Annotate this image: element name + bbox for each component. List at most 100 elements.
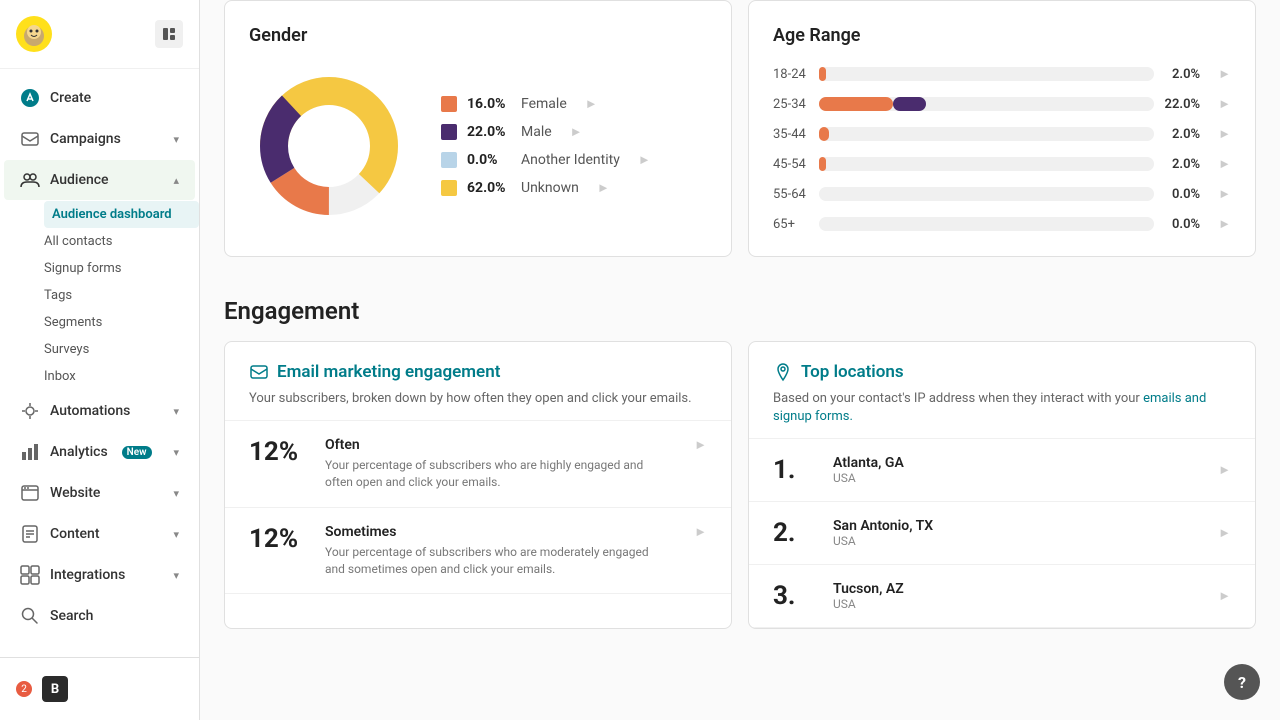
age-label: 55-64	[773, 187, 809, 202]
unknown-swatch	[441, 180, 457, 196]
sidebar-item-campaigns[interactable]: Campaigns ▾	[4, 119, 195, 159]
sidebar-item-campaigns-label: Campaigns	[50, 131, 121, 147]
age-percent: 0.0%	[1164, 217, 1200, 232]
male-send-icon[interactable]: ►	[570, 124, 583, 140]
location-send-icon[interactable]: ►	[1218, 525, 1231, 541]
age-send-icon[interactable]: ►	[1218, 156, 1231, 172]
age-send-icon[interactable]: ►	[1218, 126, 1231, 142]
integrations-icon	[20, 565, 40, 585]
location-country: USA	[833, 471, 1190, 485]
age-percent: 2.0%	[1164, 157, 1200, 172]
gender-content: 16.0% Female ► 22.0% Male ► 0.0%	[249, 66, 707, 226]
sidebar-item-search[interactable]: Search	[4, 596, 195, 636]
another-send-icon[interactable]: ►	[638, 152, 651, 168]
top-locations-link[interactable]: Top locations	[773, 362, 1231, 382]
sidebar-item-audience[interactable]: Audience ▴	[4, 160, 195, 200]
age-bar-track	[819, 187, 1154, 201]
unknown-percent: 62.0%	[467, 180, 511, 196]
age-bar-orange	[819, 97, 893, 111]
integrations-chevron: ▾	[173, 569, 179, 582]
email-engagement-link[interactable]: Email marketing engagement	[249, 362, 707, 382]
sidebar-item-analytics[interactable]: Analytics New ▾	[4, 432, 195, 472]
sidebar-item-audience-dashboard[interactable]: Audience dashboard	[44, 201, 199, 228]
age-label: 18-24	[773, 67, 809, 82]
location-pin-icon	[773, 362, 793, 382]
age-row: 18-24 2.0% ►	[773, 66, 1231, 82]
age-send-icon[interactable]: ►	[1218, 186, 1231, 202]
age-bar-track	[819, 157, 1154, 171]
age-label: 45-54	[773, 157, 809, 172]
campaigns-chevron: ▾	[173, 133, 179, 146]
age-label: 65+	[773, 217, 809, 232]
sometimes-send-icon[interactable]: ►	[694, 524, 707, 540]
sometimes-content: Sometimes Your percentage of subscribers…	[325, 524, 670, 578]
female-send-icon[interactable]: ►	[585, 96, 598, 112]
sidebar-bottom: 2 B	[0, 657, 199, 720]
legend-unknown: 62.0% Unknown ►	[441, 180, 651, 196]
engagement-grid: Email marketing engagement Your subscrib…	[224, 341, 1256, 629]
location-city: San Antonio, TX	[833, 518, 1190, 534]
sidebar-item-integrations[interactable]: Integrations ▾	[4, 555, 195, 595]
gender-card: Gender	[224, 0, 732, 257]
notification-badge: 2	[16, 681, 32, 697]
age-bar-track	[819, 97, 1154, 111]
male-swatch	[441, 124, 457, 140]
campaigns-icon	[20, 129, 40, 149]
user-avatar: B	[42, 676, 68, 702]
sidebar-item-tags[interactable]: Tags	[44, 282, 199, 309]
location-country: USA	[833, 597, 1190, 611]
age-send-icon[interactable]: ►	[1218, 216, 1231, 232]
help-button[interactable]: ?	[1224, 664, 1260, 700]
demographics-section: Gender	[224, 0, 1256, 257]
location-row: 2. San Antonio, TX USA ►	[749, 502, 1255, 565]
age-label: 35-44	[773, 127, 809, 142]
user-menu-item[interactable]: 2 B	[0, 666, 199, 712]
age-row: 25-34 22.0% ►	[773, 96, 1231, 112]
sidebar-item-content-label: Content	[50, 526, 100, 542]
email-engagement-card: Email marketing engagement Your subscrib…	[224, 341, 732, 629]
location-card-header: Top locations Based on your contact's IP…	[749, 342, 1255, 439]
age-send-icon[interactable]: ►	[1218, 96, 1231, 112]
sidebar-item-all-contacts[interactable]: All contacts	[44, 228, 199, 255]
location-row: 3. Tucson, AZ USA ►	[749, 565, 1255, 628]
layout-icon	[162, 27, 176, 41]
analytics-chevron: ▾	[173, 446, 179, 459]
top-locations-card: Top locations Based on your contact's IP…	[748, 341, 1256, 629]
sidebar-item-surveys[interactable]: Surveys	[44, 336, 199, 363]
legend-another: 0.0% Another Identity ►	[441, 152, 651, 168]
location-send-icon[interactable]: ►	[1218, 462, 1231, 478]
sidebar-toggle-button[interactable]	[155, 20, 183, 48]
website-icon	[20, 483, 40, 503]
locations-list: 1. Atlanta, GA USA ► 2. San Antonio, TX …	[749, 439, 1255, 628]
sidebar-logo-area	[0, 0, 199, 69]
unknown-send-icon[interactable]: ►	[597, 180, 610, 196]
location-info: San Antonio, TX USA	[833, 518, 1190, 548]
often-send-icon[interactable]: ►	[694, 437, 707, 453]
sidebar-item-automations-label: Automations	[50, 403, 130, 419]
female-percent: 16.0%	[467, 96, 511, 112]
engagement-row-sometimes: 12% Sometimes Your percentage of subscri…	[225, 508, 731, 595]
sidebar-item-content[interactable]: Content ▾	[4, 514, 195, 554]
often-percent: 12%	[249, 437, 309, 467]
location-card-desc: Based on your contact's IP address when …	[773, 390, 1231, 426]
another-label: Another Identity	[521, 152, 620, 168]
location-send-icon[interactable]: ►	[1218, 588, 1231, 604]
email-engagement-icon	[249, 362, 269, 382]
location-info: Tucson, AZ USA	[833, 581, 1190, 611]
sidebar-item-segments[interactable]: Segments	[44, 309, 199, 336]
mailchimp-logo	[16, 16, 52, 52]
age-rows: 18-24 2.0% ► 25-34 22.0% ► 35-44 2.0% ►	[773, 66, 1231, 232]
age-percent: 2.0%	[1164, 67, 1200, 82]
sidebar-item-inbox[interactable]: Inbox	[44, 363, 199, 390]
audience-chevron: ▴	[173, 174, 179, 187]
sidebar-item-create[interactable]: Create	[4, 78, 195, 118]
search-icon	[20, 606, 40, 626]
sidebar-item-automations[interactable]: Automations ▾	[4, 391, 195, 431]
sidebar-item-website[interactable]: Website ▾	[4, 473, 195, 513]
unknown-label: Unknown	[521, 180, 579, 196]
age-send-icon[interactable]: ►	[1218, 66, 1231, 82]
sidebar-item-signup-forms[interactable]: Signup forms	[44, 255, 199, 282]
location-city: Atlanta, GA	[833, 455, 1190, 471]
sidebar-item-website-label: Website	[50, 485, 100, 501]
age-row: 45-54 2.0% ►	[773, 156, 1231, 172]
